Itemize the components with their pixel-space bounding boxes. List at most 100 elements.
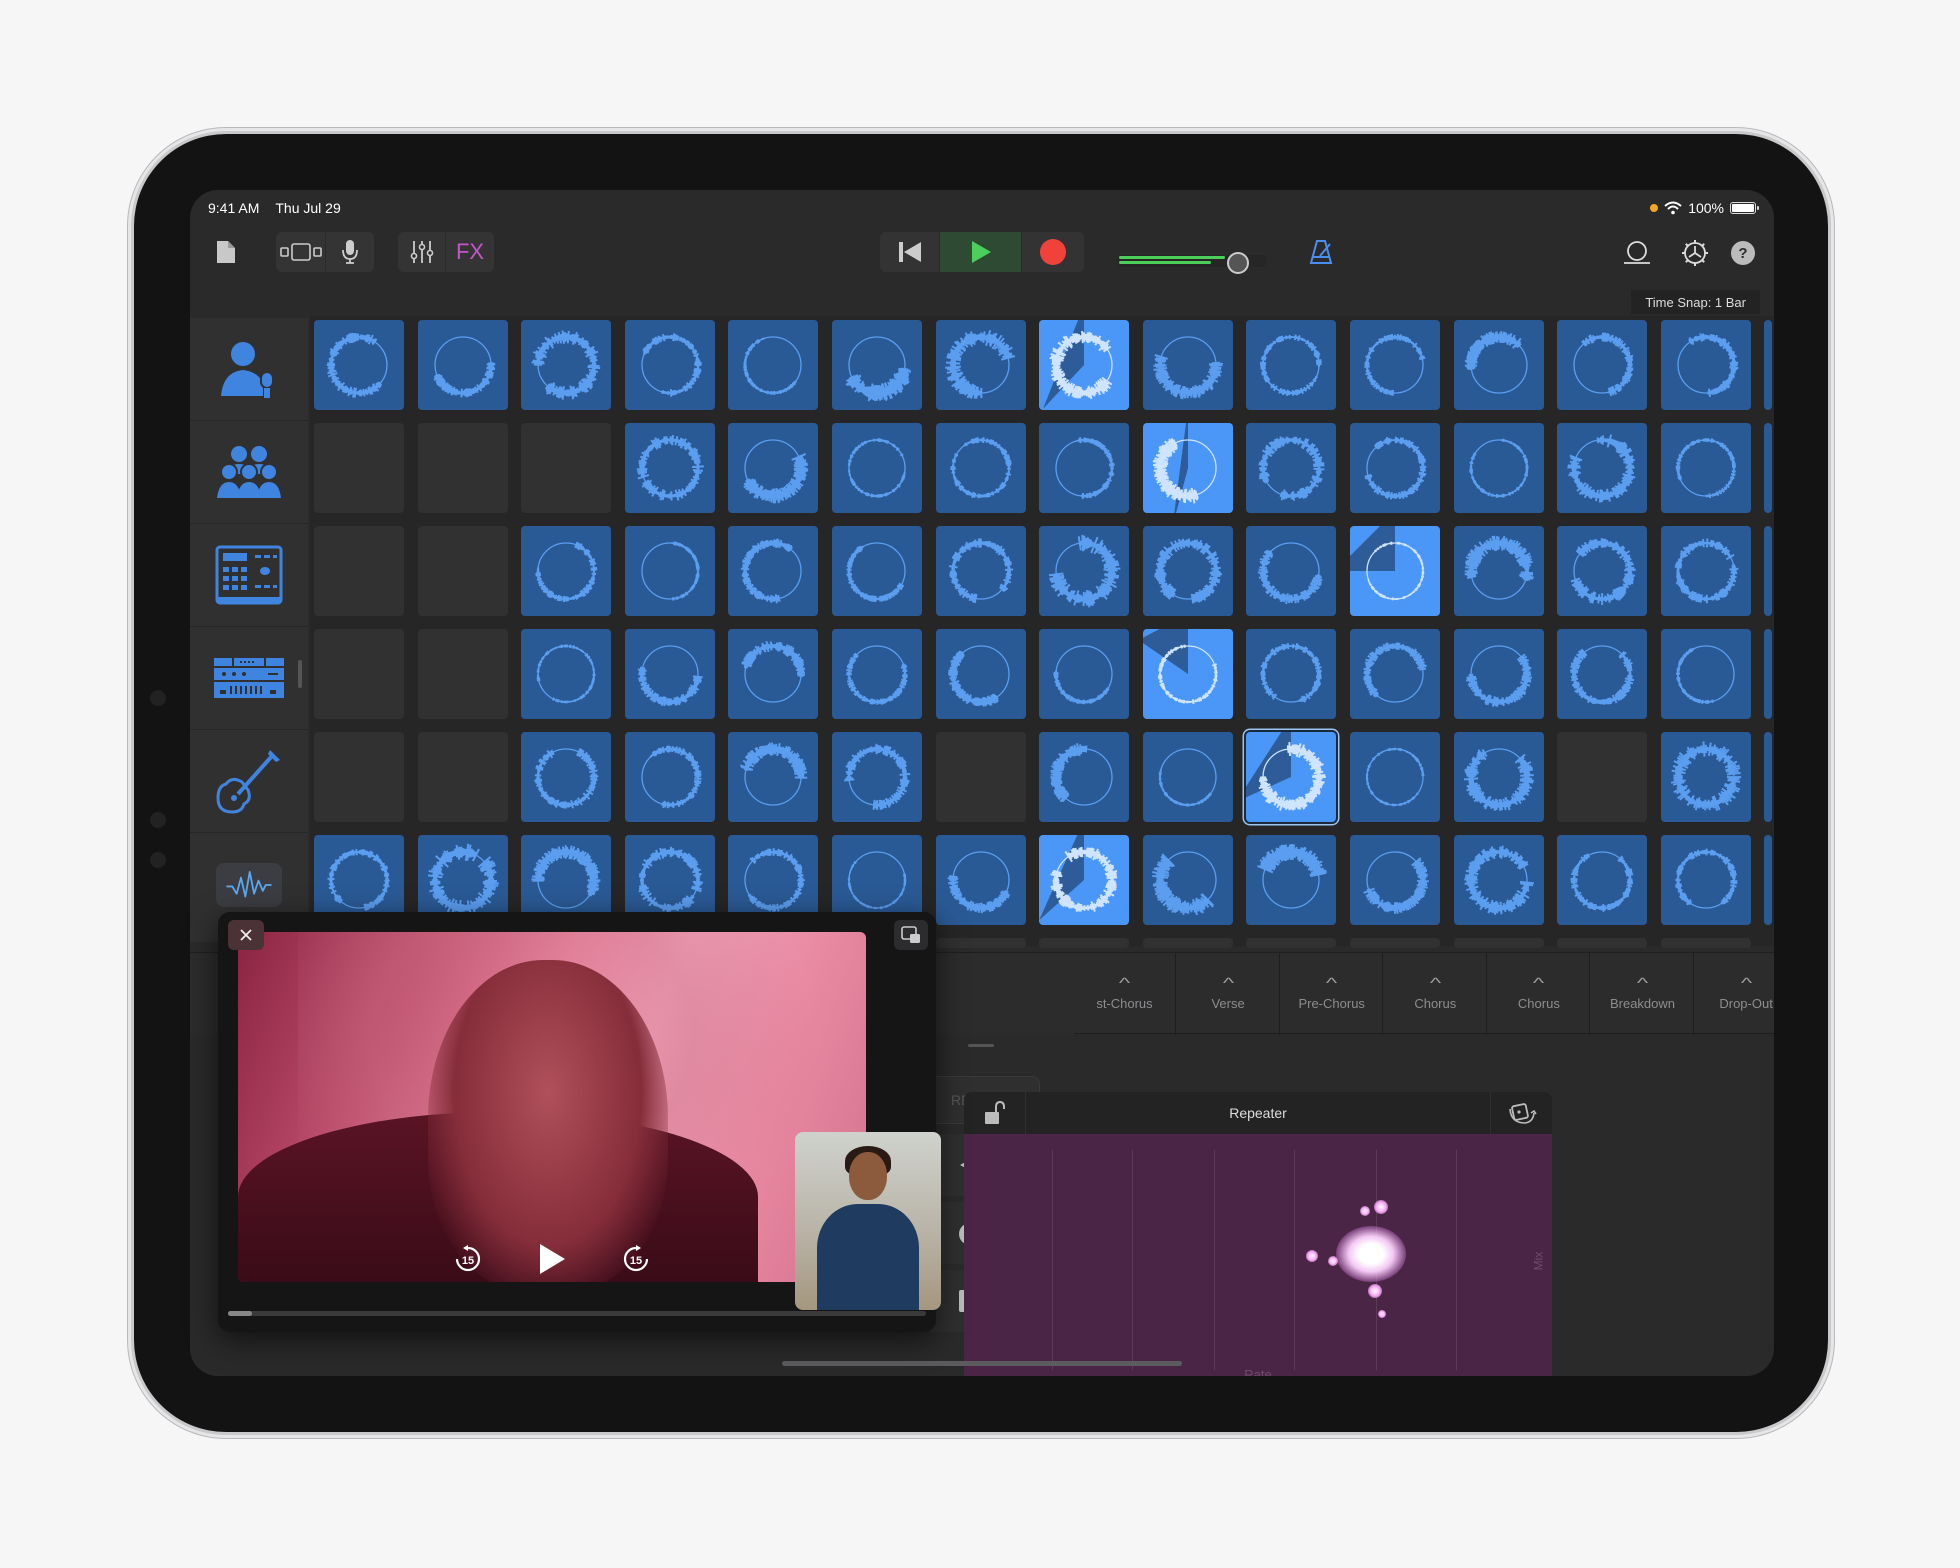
- track-header-guitar[interactable]: [190, 730, 308, 833]
- loop-cell[interactable]: [1660, 423, 1751, 513]
- loop-cell[interactable]: [1039, 732, 1130, 822]
- video-player[interactable]: 15 15: [238, 932, 866, 1282]
- empty-cell[interactable]: [1142, 938, 1233, 948]
- loop-cell-partial[interactable]: [1764, 423, 1773, 513]
- empty-cell[interactable]: [314, 423, 404, 513]
- empty-cell[interactable]: [314, 526, 404, 616]
- loop-cell-partial[interactable]: [1764, 732, 1773, 822]
- my-songs-button[interactable]: [208, 232, 244, 272]
- home-indicator[interactable]: [782, 1361, 1182, 1366]
- loop-browser-button[interactable]: [1622, 240, 1652, 271]
- loop-cell[interactable]: [1350, 629, 1440, 719]
- empty-cell[interactable]: [521, 423, 612, 513]
- scene-trigger[interactable]: ^ Chorus: [1385, 953, 1487, 1035]
- loop-cell[interactable]: [521, 320, 612, 410]
- fx-button[interactable]: FX: [446, 232, 494, 272]
- track-header-beat-sequencer[interactable]: [190, 524, 308, 627]
- empty-cell[interactable]: [314, 732, 404, 822]
- loop-cell-partial[interactable]: [1764, 629, 1773, 719]
- loop-cell[interactable]: [728, 732, 819, 822]
- loop-cell[interactable]: [1660, 629, 1751, 719]
- loop-cell[interactable]: [1039, 320, 1130, 410]
- loop-cell[interactable]: [1246, 835, 1337, 925]
- master-volume-slider[interactable]: [1117, 252, 1277, 274]
- loop-cell-partial[interactable]: [1764, 526, 1773, 616]
- play-button[interactable]: [940, 232, 1022, 272]
- loop-cell[interactable]: [728, 526, 819, 616]
- loop-cell[interactable]: [1246, 629, 1337, 719]
- loop-cell[interactable]: [624, 526, 715, 616]
- loop-cell[interactable]: [624, 320, 715, 410]
- view-toggle-button[interactable]: [276, 232, 326, 272]
- loop-cell[interactable]: [521, 732, 612, 822]
- help-button[interactable]: ?: [1730, 240, 1756, 271]
- loop-cell[interactable]: [728, 423, 819, 513]
- track-header-synth[interactable]: [190, 627, 308, 730]
- empty-cell[interactable]: [1246, 938, 1337, 948]
- loop-cell[interactable]: [1350, 732, 1440, 822]
- loop-cell[interactable]: [1142, 423, 1233, 513]
- xy-pad-surface[interactable]: Rate Mix: [964, 1134, 1552, 1376]
- scene-trigger[interactable]: ^ Pre-Chorus: [1281, 953, 1384, 1035]
- loop-cell[interactable]: [1660, 320, 1751, 410]
- empty-cell[interactable]: [1557, 938, 1648, 948]
- loop-cell[interactable]: [417, 320, 508, 410]
- facetime-camera-preview[interactable]: [795, 1132, 941, 1310]
- loop-cell[interactable]: [521, 629, 612, 719]
- empty-cell[interactable]: [314, 629, 404, 719]
- loop-cell[interactable]: [935, 835, 1026, 925]
- input-button[interactable]: [326, 232, 374, 272]
- loop-cell[interactable]: [1453, 835, 1544, 925]
- empty-cell[interactable]: [1350, 938, 1440, 948]
- loop-cell[interactable]: [1142, 629, 1233, 719]
- loop-cell[interactable]: [1142, 732, 1233, 822]
- loop-cell[interactable]: [1142, 320, 1233, 410]
- loop-cell[interactable]: [1246, 423, 1337, 513]
- loop-cell[interactable]: [1453, 320, 1544, 410]
- loop-cell[interactable]: [935, 320, 1026, 410]
- expand-button[interactable]: [894, 920, 928, 950]
- empty-cell[interactable]: [1660, 938, 1751, 948]
- loop-cell[interactable]: [1142, 526, 1233, 616]
- loop-cell[interactable]: [935, 629, 1026, 719]
- skip-back-15-button[interactable]: 15: [453, 1244, 483, 1274]
- rotate-pad-button[interactable]: [1490, 1092, 1552, 1134]
- picture-in-picture-window[interactable]: 15 15: [218, 912, 941, 1332]
- empty-cell[interactable]: [417, 629, 508, 719]
- loop-cell[interactable]: [314, 320, 404, 410]
- loop-cell[interactable]: [1557, 526, 1648, 616]
- loop-cell[interactable]: [1039, 526, 1130, 616]
- empty-cell[interactable]: [417, 526, 508, 616]
- loop-cell[interactable]: [624, 732, 715, 822]
- scene-trigger[interactable]: ^ Chorus: [1488, 953, 1591, 1035]
- loop-cell[interactable]: [1557, 629, 1648, 719]
- scene-trigger[interactable]: ^ Breakdown: [1592, 953, 1694, 1035]
- xy-pad-touch-point[interactable]: [1336, 1226, 1406, 1282]
- track-header-vocals[interactable]: [190, 318, 308, 421]
- loop-cell[interactable]: [1350, 320, 1440, 410]
- loop-cell[interactable]: [1350, 526, 1440, 616]
- loop-cell[interactable]: [1660, 732, 1751, 822]
- close-button[interactable]: [228, 920, 264, 950]
- panel-drag-handle[interactable]: [968, 1044, 994, 1047]
- loop-cell[interactable]: [832, 423, 922, 513]
- loop-cell[interactable]: [624, 629, 715, 719]
- scene-trigger[interactable]: ^ Drop-Out: [1696, 953, 1774, 1035]
- scene-trigger[interactable]: ^ st-Chorus: [1074, 953, 1176, 1035]
- empty-cell[interactable]: [1039, 938, 1130, 948]
- video-play-button[interactable]: [537, 1242, 567, 1276]
- record-button[interactable]: [1022, 232, 1084, 272]
- settings-button[interactable]: [1680, 238, 1710, 273]
- loop-cell[interactable]: [832, 629, 922, 719]
- loop-cell[interactable]: [624, 423, 715, 513]
- loop-cell[interactable]: [832, 320, 922, 410]
- go-to-beginning-button[interactable]: [880, 232, 940, 272]
- loop-cell[interactable]: [1039, 835, 1130, 925]
- loop-cell-partial[interactable]: [1764, 320, 1773, 410]
- loop-cell[interactable]: [1557, 320, 1648, 410]
- loop-cell[interactable]: [1453, 629, 1544, 719]
- loop-cell[interactable]: [1453, 526, 1544, 616]
- lock-button[interactable]: [964, 1092, 1026, 1134]
- skip-forward-15-button[interactable]: 15: [621, 1244, 651, 1274]
- volume-knob[interactable]: [1227, 252, 1249, 274]
